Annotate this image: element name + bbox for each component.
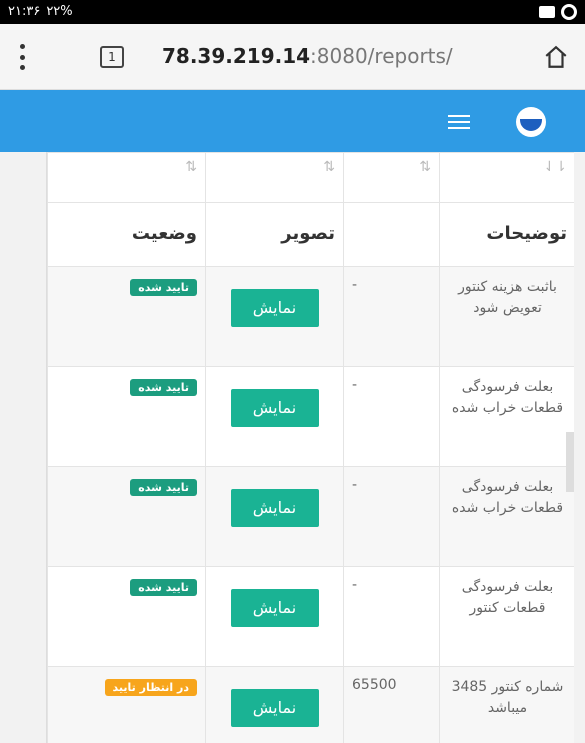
reports-table: ⇂⇃ ⇅ ⇅ ⇅ توضیحات تصویر وضعیت باثبت هزینه… bbox=[46, 152, 574, 743]
table-row: باثبت هزینه کنتور تعویض شود - نمایش تایی… bbox=[47, 266, 574, 367]
row-number: - bbox=[343, 466, 440, 567]
message-icon bbox=[539, 6, 555, 18]
table-row: بعلت فرسودگی قطعات کنتور - نمایش تایید ش… bbox=[47, 566, 574, 667]
column-header-image[interactable]: تصویر bbox=[205, 202, 344, 267]
app-header bbox=[0, 90, 585, 152]
column-header-status[interactable]: وضعیت bbox=[47, 202, 206, 267]
status-badge: تایید شده bbox=[130, 579, 197, 596]
show-image-button[interactable]: نمایش bbox=[230, 289, 319, 327]
table-row: بعلت فرسودگی قطعات خراب شده - نمایش تایی… bbox=[47, 466, 574, 567]
show-image-button[interactable]: نمایش bbox=[230, 689, 319, 727]
status-badge: تایید شده bbox=[130, 279, 197, 296]
sort-status-icon[interactable]: ⇅ bbox=[47, 152, 206, 203]
address-bar[interactable]: 78.39.219.14:8080/reports/ bbox=[162, 44, 453, 68]
row-number: - bbox=[343, 266, 440, 367]
status-badge: تایید شده bbox=[130, 479, 197, 496]
status-bar: ۲۱:۳۶ ۲۲% bbox=[0, 0, 585, 24]
row-description: بعلت فرسودگی قطعات خراب شده bbox=[451, 479, 564, 516]
url-host: 78.39.219.14 bbox=[162, 44, 311, 68]
home-icon[interactable] bbox=[543, 44, 569, 70]
row-number: - bbox=[343, 566, 440, 667]
column-header-number[interactable] bbox=[343, 202, 440, 267]
row-description: باثبت هزینه کنتور تعویض شود bbox=[458, 279, 557, 316]
battery-level: ۲۲% bbox=[46, 4, 73, 19]
clock: ۲۱:۳۶ bbox=[8, 4, 41, 19]
show-image-button[interactable]: نمایش bbox=[230, 489, 319, 527]
row-description: بعلت فرسودگی قطعات کنتور bbox=[461, 579, 554, 616]
more-menu-icon[interactable] bbox=[12, 44, 32, 70]
row-number: - bbox=[343, 366, 440, 467]
sort-description-icon[interactable]: ⇂⇃ bbox=[439, 152, 574, 203]
tab-switcher-icon[interactable]: 1 bbox=[100, 46, 124, 68]
table-row: شماره کنتور 3485 میباشد 65500 نمایش در ا… bbox=[47, 666, 574, 743]
show-image-button[interactable]: نمایش bbox=[230, 389, 319, 427]
row-description: شماره کنتور 3485 میباشد bbox=[451, 679, 564, 716]
scrollbar[interactable] bbox=[566, 432, 574, 492]
sort-image-icon[interactable]: ⇅ bbox=[205, 152, 344, 203]
status-badge: در انتظار تایید bbox=[104, 679, 197, 696]
hamburger-menu-icon[interactable] bbox=[448, 115, 470, 129]
table-row: بعلت فرسودگی قطعات خراب شده - نمایش تایی… bbox=[47, 366, 574, 467]
show-image-button[interactable]: نمایش bbox=[230, 589, 319, 627]
row-description: بعلت فرسودگی قطعات خراب شده bbox=[451, 379, 564, 416]
sort-number-icon[interactable]: ⇅ bbox=[343, 152, 440, 203]
status-badge: تایید شده bbox=[130, 379, 197, 396]
url-path: :8080/reports/ bbox=[310, 44, 453, 68]
column-header-description[interactable]: توضیحات bbox=[439, 202, 574, 267]
browser-toolbar: 1 78.39.219.14:8080/reports/ bbox=[0, 24, 585, 90]
app-logo bbox=[516, 107, 546, 137]
row-number: 65500 bbox=[343, 666, 440, 743]
notification-icon bbox=[561, 4, 577, 20]
